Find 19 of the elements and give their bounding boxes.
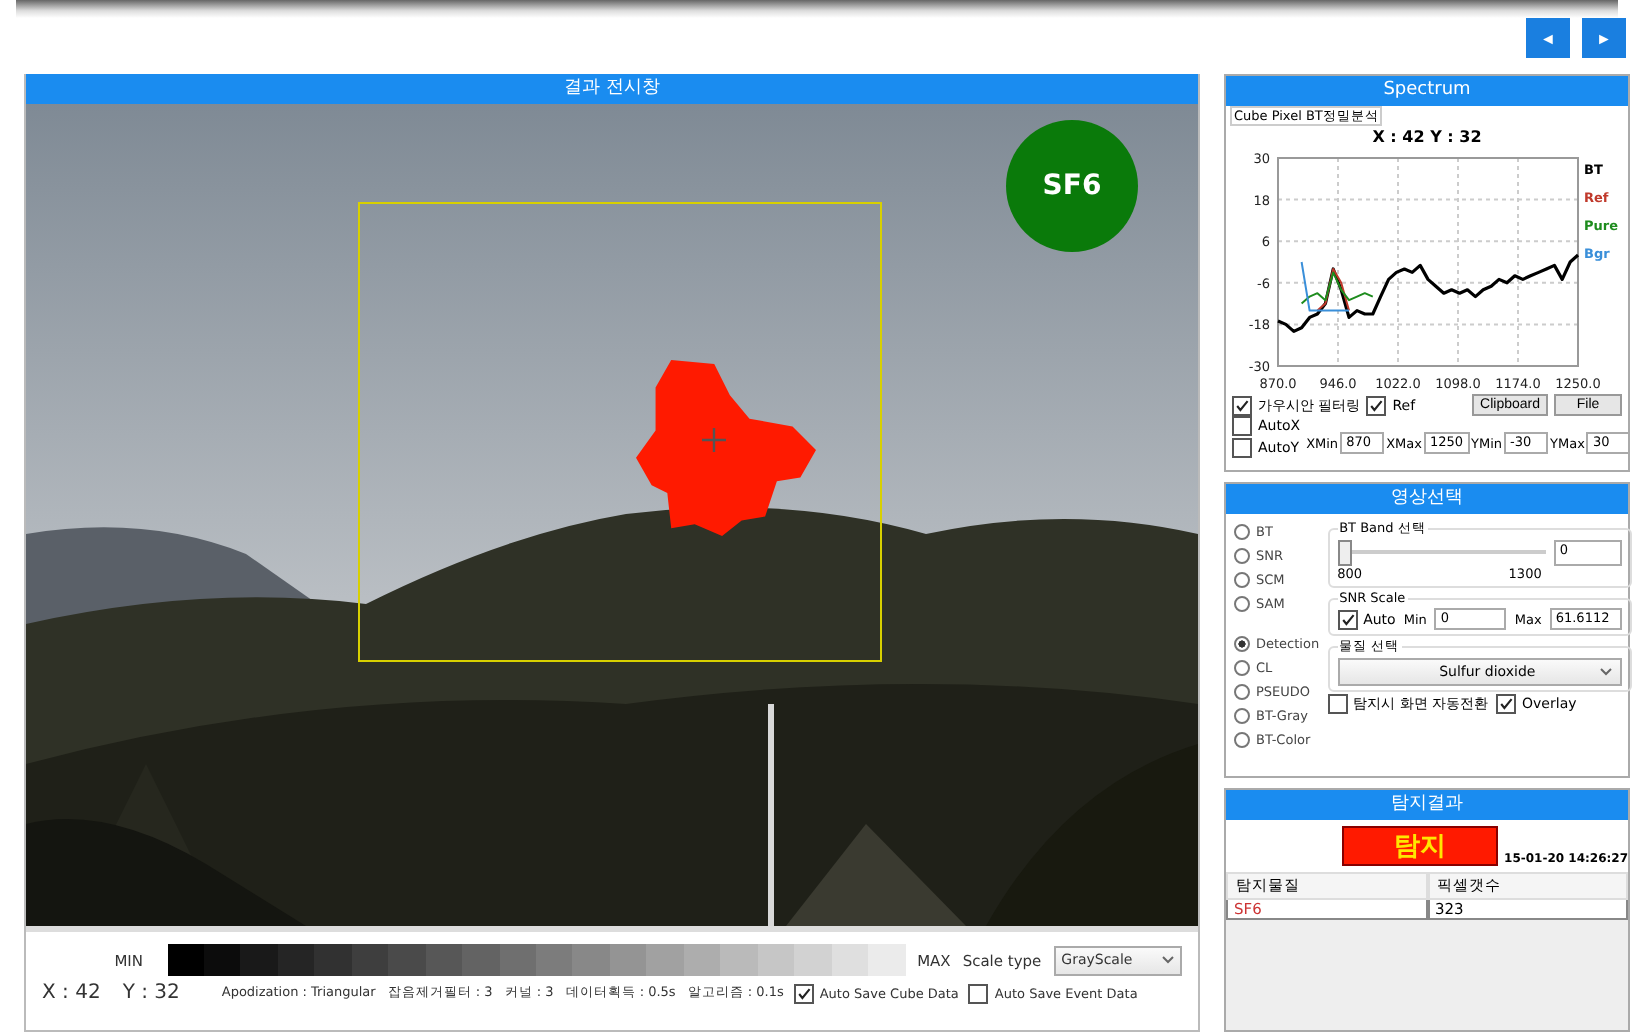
nav-button[interactable]: ◄ [1526,18,1570,58]
checkmark-icon [795,985,812,1001]
checkmark-icon [1368,397,1385,413]
checkmark-icon [1498,696,1515,712]
band-slider[interactable] [1337,540,1546,566]
y-coordinate: Y : 32 [122,982,180,1004]
caret-icon [1161,956,1174,964]
caret-icon [1599,668,1612,676]
checkmark-icon [1339,611,1356,627]
pixel-coordinates: X : 42 Y : 32 [1370,128,1484,146]
panel-header: Spectrum [1226,76,1628,106]
panel-header: 탐지결과 [1226,790,1628,820]
panel-header: 결과 전시창 [26,74,1198,104]
checkmark-icon [1234,397,1250,413]
panel-header: 영상선택 [1226,484,1628,514]
nav-button[interactable]: ► [1582,18,1626,58]
crosshair-icon [702,428,726,452]
x-coordinate: X : 42 [42,982,101,1004]
detection-alarm: 탐지 [1342,826,1499,866]
